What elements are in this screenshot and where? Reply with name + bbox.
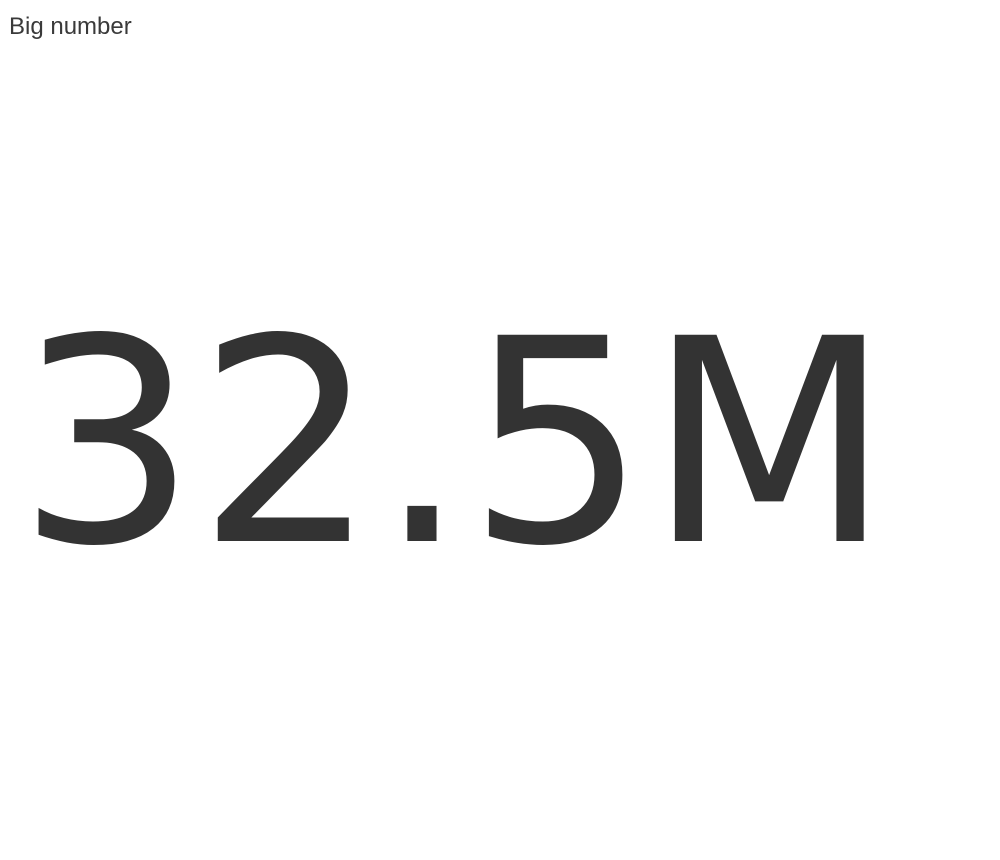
big-number-value: 32.5M bbox=[17, 278, 892, 608]
widget-title: Big number bbox=[9, 13, 132, 40]
big-number-widget: Big number 32.5M bbox=[0, 0, 1000, 860]
